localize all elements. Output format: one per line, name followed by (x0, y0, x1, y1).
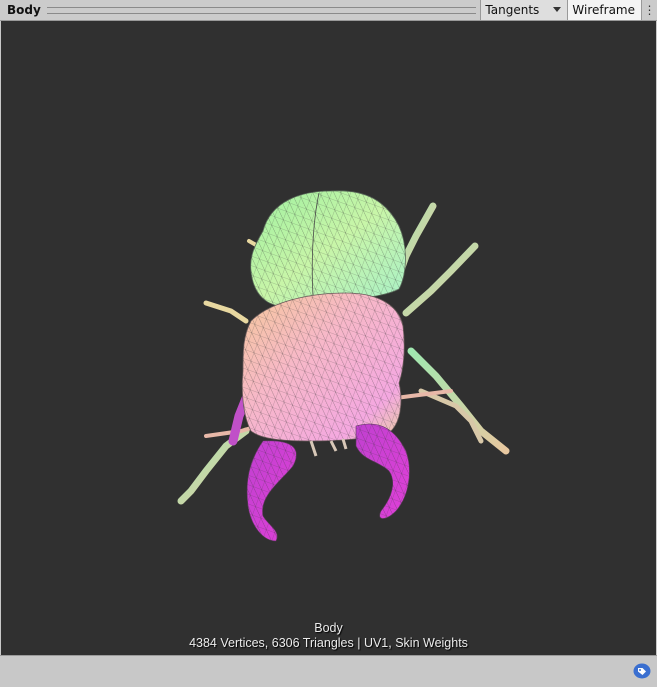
drag-handle[interactable] (46, 6, 477, 14)
beetle-abdomen (241, 292, 405, 442)
display-mode-value: Tangents (485, 3, 540, 17)
beetle-mandibles (246, 423, 410, 542)
kebab-menu-icon: ⋮ (643, 3, 656, 17)
wireframe-toggle-label: Wireframe (572, 3, 635, 17)
more-options-menu-button[interactable]: ⋮ (641, 0, 657, 20)
label-tag-icon[interactable] (633, 662, 651, 680)
chevron-down-icon (553, 7, 562, 12)
beetle-mesh-model (177, 190, 510, 542)
preview-statusbar (0, 655, 657, 687)
mesh-preview-window: Body Tangents Wireframe ⋮ Body 4384 Vert… (0, 0, 657, 687)
mesh-name-label: Body (314, 621, 343, 635)
preview-title: Body (7, 3, 41, 17)
preview-toolbar: Body Tangents Wireframe ⋮ (0, 0, 657, 21)
wireframe-toggle-button[interactable]: Wireframe (567, 0, 641, 20)
mesh-preview-viewport[interactable]: Body 4384 Vertices, 6306 Triangles | UV1… (1, 21, 656, 655)
display-mode-dropdown[interactable]: Tangents (480, 0, 568, 20)
beetle-thorax (250, 190, 406, 307)
beetle-antennae (309, 438, 348, 457)
mesh-stats-label: 4384 Vertices, 6306 Triangles | UV1, Ski… (189, 636, 468, 650)
